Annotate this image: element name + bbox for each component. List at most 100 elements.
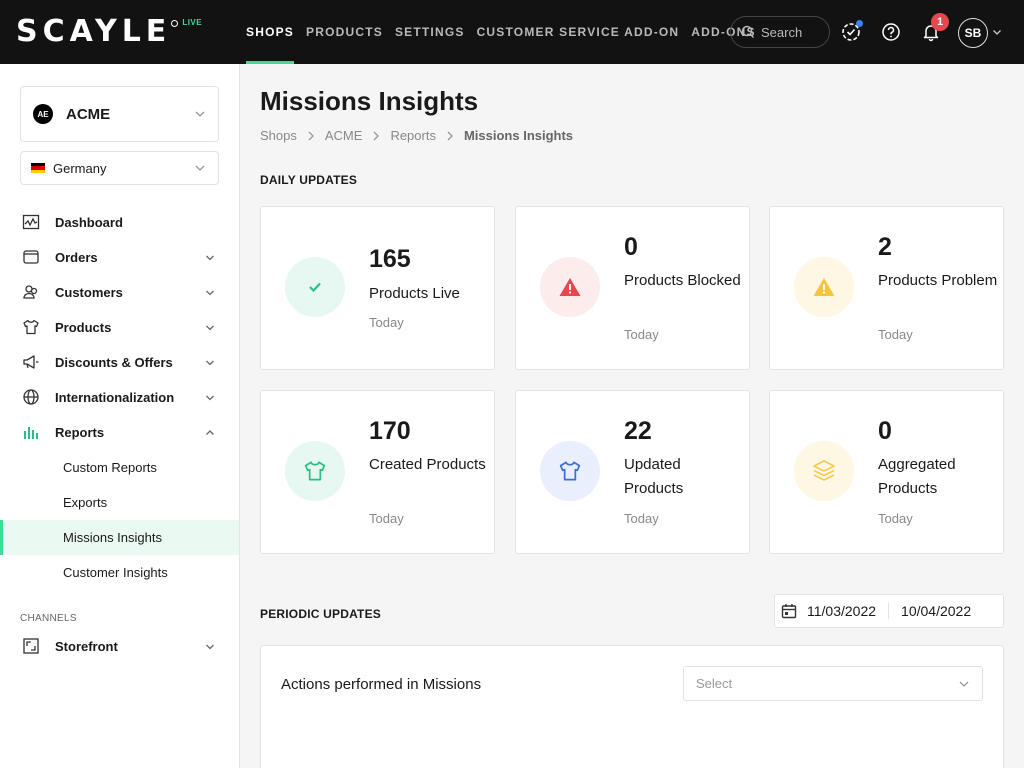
- stat-card-products-blocked: 0 Products Blocked Today: [515, 206, 750, 370]
- stat-value: 22: [624, 417, 652, 445]
- sidebar-item-reports[interactable]: Reports: [0, 415, 239, 450]
- storefront-icon: [23, 638, 39, 654]
- stat-period: Today: [624, 327, 659, 342]
- chevron-up-icon: [206, 430, 214, 435]
- shirt-icon: [23, 319, 39, 335]
- periodic-updates-label: PERIODIC UPDATES: [260, 607, 381, 621]
- breadcrumb-shops[interactable]: Shops: [260, 128, 297, 143]
- date-range-picker[interactable]: 11/03/2022 10/04/2022: [774, 594, 1004, 628]
- stat-card-created-products: 170 Created Products Today: [260, 390, 495, 554]
- country-name: Germany: [53, 160, 107, 176]
- stat-value: 170: [369, 417, 411, 445]
- shirt-blue-icon: [540, 441, 600, 501]
- missions-check-icon[interactable]: [839, 20, 863, 44]
- chevron-down-icon: [206, 255, 214, 261]
- cart-icon: [23, 250, 39, 264]
- stat-label: Updated Products: [624, 456, 684, 497]
- breadcrumb-acme[interactable]: ACME: [325, 128, 363, 143]
- sidebar-item-dashboard[interactable]: Dashboard: [0, 205, 239, 240]
- chevron-down-icon: [206, 644, 214, 650]
- sidebar-item-products[interactable]: Products: [0, 310, 239, 345]
- stat-value: 0: [878, 417, 892, 445]
- shirt-green-icon: [285, 441, 345, 501]
- search-input[interactable]: Search: [730, 16, 830, 48]
- logo-dot: [171, 20, 179, 27]
- date-to[interactable]: 10/04/2022: [889, 603, 971, 619]
- chevron-down-icon: [959, 681, 969, 687]
- chevron-down-icon: [206, 395, 214, 401]
- sidebar-menu-channels: Storefront: [0, 629, 239, 664]
- sidebar-item-label: Storefront: [55, 639, 118, 654]
- live-badge: LIVE: [182, 18, 203, 27]
- search-icon: [741, 25, 754, 38]
- stat-period: Today: [624, 511, 659, 526]
- sidebar-item-label: Discounts & Offers: [55, 355, 173, 370]
- breadcrumb: Shops ACME Reports Missions Insights: [260, 128, 573, 143]
- nav-products[interactable]: PRODUCTS: [306, 0, 383, 64]
- sidebar-subitem-customer-insights[interactable]: Customer Insights: [0, 555, 239, 590]
- sidebar-item-label: Products: [55, 320, 112, 335]
- sidebar-subitem-missions-insights[interactable]: Missions Insights: [0, 520, 239, 555]
- sidebar-item-label: Reports: [55, 425, 105, 440]
- logo-text: SCAYLE: [16, 14, 172, 49]
- status-dot: [856, 20, 863, 27]
- top-bar: SCAYLE LIVE SHOPS PRODUCTS SETTINGS CUST…: [0, 0, 1024, 64]
- sidebar-item-label: Customers: [55, 285, 123, 300]
- scayle-logo[interactable]: SCAYLE LIVE: [16, 14, 202, 50]
- stat-label: Created Products: [369, 456, 486, 473]
- nav-settings[interactable]: SETTINGS: [395, 0, 465, 64]
- select-placeholder: Select: [696, 676, 733, 691]
- help-icon[interactable]: [879, 20, 903, 44]
- stat-value: 2: [878, 233, 892, 261]
- sidebar-item-discounts-offers[interactable]: Discounts & Offers: [0, 345, 239, 380]
- notification-badge: 1: [931, 13, 949, 31]
- stat-card-products-live: 165 Products Live Today: [260, 206, 495, 370]
- chevron-down-icon: [206, 325, 214, 331]
- sidebar-item-label: Orders: [55, 250, 98, 265]
- date-from[interactable]: 11/03/2022: [807, 603, 890, 619]
- actions-select[interactable]: Select: [683, 666, 983, 701]
- sidebar: AE ACME Germany Dashboard Orders Custome…: [0, 64, 240, 768]
- panel-title: Actions performed in Missions: [281, 676, 482, 693]
- sidebar-item-label: Dashboard: [55, 215, 123, 230]
- sidebar-subitem-exports[interactable]: Exports: [0, 485, 239, 520]
- stat-period: Today: [878, 511, 913, 526]
- stat-card-aggregated-products: 0 Aggregated Products Today: [769, 390, 1004, 554]
- chevron-right-icon: [446, 131, 454, 141]
- channels-label: CHANNELS: [20, 613, 77, 624]
- nav-customer-service-add-on[interactable]: CUSTOMER SERVICE ADD-ON: [477, 0, 680, 64]
- sidebar-item-orders[interactable]: Orders: [0, 240, 239, 275]
- avatar[interactable]: SB: [958, 18, 988, 48]
- stat-label: Products Blocked: [624, 272, 741, 289]
- missions-actions-panel: Actions performed in Missions Select: [260, 645, 1004, 768]
- bar-chart-icon: [24, 427, 38, 439]
- sidebar-menu: Dashboard Orders Customers Products Disc…: [0, 205, 239, 590]
- daily-updates-label: DAILY UPDATES: [260, 173, 358, 187]
- stat-period: Today: [369, 511, 404, 526]
- chevron-down-icon: [195, 165, 205, 171]
- page-title: Missions Insights: [260, 86, 479, 116]
- country-selector[interactable]: Germany: [20, 151, 219, 185]
- chevron-down-icon: [206, 360, 214, 366]
- sidebar-item-storefront[interactable]: Storefront: [0, 629, 239, 664]
- chevron-down-icon[interactable]: [992, 27, 1002, 37]
- stat-label: Aggregated Products: [878, 456, 956, 497]
- stat-value: 165: [369, 245, 411, 273]
- sidebar-item-internationalization[interactable]: Internationalization: [0, 380, 239, 415]
- sidebar-item-customers[interactable]: Customers: [0, 275, 239, 310]
- alert-red-icon: [540, 257, 600, 317]
- shop-avatar: AE: [33, 104, 53, 124]
- breadcrumb-reports[interactable]: Reports: [390, 128, 436, 143]
- stat-label: Products Problem: [878, 272, 998, 289]
- shop-selector[interactable]: AE ACME: [20, 86, 219, 142]
- germany-flag-icon: [31, 163, 45, 173]
- sidebar-subitem-custom-reports[interactable]: Custom Reports: [0, 450, 239, 485]
- chevron-right-icon: [307, 131, 315, 141]
- main-content: Missions Insights Shops ACME Reports Mis…: [240, 64, 1024, 768]
- stat-period: Today: [369, 315, 404, 330]
- megaphone-icon: [23, 355, 39, 369]
- nav-shops[interactable]: SHOPS: [246, 0, 295, 64]
- stat-period: Today: [878, 327, 913, 342]
- stat-label: Products Live: [369, 285, 460, 302]
- check-icon: [285, 257, 345, 317]
